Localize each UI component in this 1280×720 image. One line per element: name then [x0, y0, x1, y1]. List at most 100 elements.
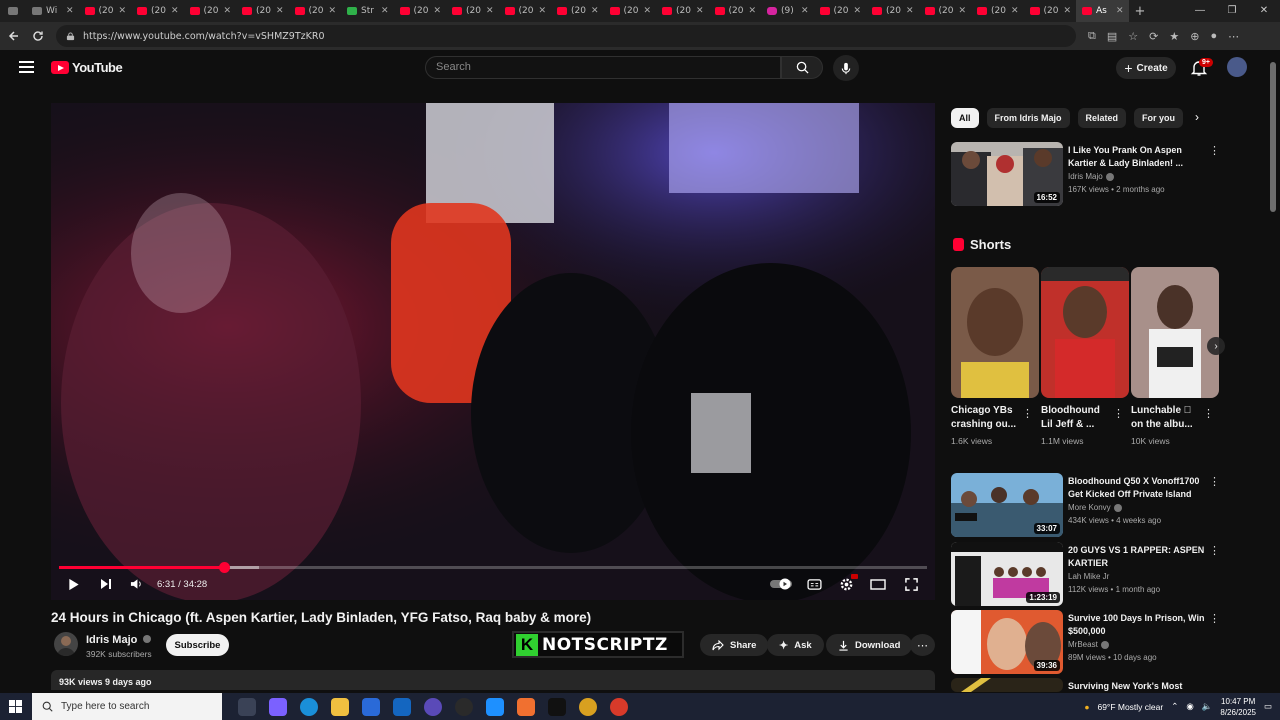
fullscreen-button[interactable] [902, 575, 920, 593]
browser-tab[interactable]: (20 ✕ [1024, 0, 1077, 22]
chips-next-arrow-icon[interactable]: › [1195, 110, 1199, 124]
channel-name[interactable]: Idris Majo [86, 634, 152, 646]
chrome-icon[interactable] [610, 697, 628, 716]
filter-chip[interactable]: For you [1134, 108, 1184, 128]
recommendation-title[interactable]: I Like You Prank On Aspen Kartier & Lady… [1068, 144, 1206, 170]
browser-tab[interactable]: (20 ✕ [656, 0, 709, 22]
task-view-icon[interactable] [238, 697, 256, 716]
short-thumbnail[interactable] [1131, 267, 1219, 398]
short-title[interactable]: Chicago YBs crashing ou... [951, 404, 1021, 432]
autoplay-toggle[interactable] [769, 575, 793, 593]
capcut-icon[interactable] [548, 697, 566, 716]
close-tab-icon[interactable]: ✕ [1063, 6, 1071, 16]
close-tab-icon[interactable]: ✕ [66, 6, 74, 16]
close-window-button[interactable]: ✕ [1248, 0, 1280, 22]
close-tab-icon[interactable]: ✕ [643, 6, 651, 16]
scrollbar-thumb[interactable] [1270, 62, 1276, 212]
browser-tab[interactable]: (20 ✕ [236, 0, 289, 22]
taskbar-search[interactable]: Type here to search [32, 693, 222, 720]
browser-tab[interactable]: (20 ✕ [604, 0, 657, 22]
recommendation-title[interactable]: 20 GUYS VS 1 RAPPER: ASPEN KARTIER [1068, 544, 1206, 570]
file-explorer-icon[interactable] [331, 697, 349, 716]
close-tab-icon[interactable]: ✕ [171, 6, 179, 16]
close-tab-icon[interactable]: ✕ [328, 6, 336, 16]
theater-mode-button[interactable] [869, 575, 887, 593]
close-tab-icon[interactable]: ✕ [118, 6, 126, 16]
close-tab-icon[interactable]: ✕ [591, 6, 599, 16]
browser-tab[interactable]: (20 ✕ [551, 0, 604, 22]
copilot-icon[interactable] [269, 697, 287, 716]
short-title[interactable]: Bloodhound Lil Jeff & ... [1041, 404, 1111, 432]
browser-tab[interactable]: (20 ✕ [446, 0, 499, 22]
close-tab-icon[interactable]: ✕ [906, 6, 914, 16]
settings-button[interactable] [837, 574, 858, 593]
close-tab-icon[interactable]: ✕ [276, 6, 284, 16]
browser-tab[interactable]: Str ✕ [341, 0, 394, 22]
close-tab-icon[interactable]: ✕ [223, 6, 231, 16]
app-icon[interactable] [486, 697, 504, 716]
browser-tab[interactable]: (20 ✕ [971, 0, 1024, 22]
reload-button[interactable] [26, 24, 50, 48]
extensions-icon[interactable]: ⧉ [1088, 30, 1096, 43]
close-tab-icon[interactable]: ✕ [538, 6, 546, 16]
close-tab-icon[interactable]: ✕ [958, 6, 966, 16]
minimize-button[interactable]: — [1184, 0, 1216, 22]
recommendation-title[interactable]: Surviving New York's Most [1068, 680, 1206, 692]
recommendation-menu-icon[interactable]: ⋮ [1209, 612, 1220, 625]
captions-button[interactable] [805, 575, 823, 593]
youtube-logo[interactable]: YouTube [51, 60, 123, 75]
scrubber-handle[interactable] [218, 562, 230, 573]
app-icon[interactable] [579, 697, 597, 716]
hamburger-menu-icon[interactable] [19, 61, 34, 73]
recommendation-thumbnail[interactable]: 16:52 [951, 142, 1063, 206]
play-button[interactable] [65, 575, 83, 593]
recommendation-top[interactable]: 16:52 I Like You Prank On Aspen Kartier … [951, 142, 1221, 208]
network-icon[interactable]: ◉ [1186, 701, 1193, 712]
clock[interactable]: 10:47 PM 8/26/2025 [1220, 696, 1256, 718]
tray-arrow-icon[interactable]: ⌃ [1171, 701, 1178, 712]
favorites-icon[interactable]: ★ [1169, 30, 1179, 43]
recommendation-channel[interactable]: More Konvy [1068, 503, 1122, 512]
browser-tab[interactable]: (20 ✕ [919, 0, 972, 22]
close-tab-icon[interactable]: ✕ [433, 6, 441, 16]
volume-button[interactable] [127, 575, 145, 593]
browser-tab[interactable]: (20 ✕ [394, 0, 447, 22]
recommendation-channel[interactable]: MrBeast [1068, 640, 1109, 649]
next-button[interactable] [97, 575, 115, 593]
create-button[interactable]: + Create [1116, 57, 1176, 79]
recommendation-item[interactable]: 39:36 Survive 100 Days In Prison, Win $5… [951, 610, 1221, 676]
browser-tab[interactable]: (20 ✕ [131, 0, 184, 22]
edge-icon[interactable] [300, 697, 318, 716]
subscribe-button[interactable]: Subscribe [166, 634, 229, 656]
shorts-next-arrow-icon[interactable]: › [1207, 337, 1225, 355]
filter-chip[interactable]: All [951, 108, 979, 128]
close-tab-icon[interactable]: ✕ [1011, 6, 1019, 16]
browser-tab[interactable]: (20 ✕ [499, 0, 552, 22]
channel-avatar[interactable] [54, 632, 78, 656]
short-menu-icon[interactable]: ⋮ [1113, 407, 1124, 420]
share-button[interactable]: Share [700, 634, 769, 656]
more-actions-button[interactable]: ⋯ [910, 634, 935, 656]
description-box[interactable]: 93K views 9 days ago [51, 670, 935, 690]
new-tab-button[interactable]: + [1129, 0, 1153, 22]
recommendation-channel[interactable]: Lah Mike Jr [1068, 572, 1109, 581]
app-icon[interactable] [517, 697, 535, 716]
notifications-tray-icon[interactable]: ▭ [1264, 701, 1272, 712]
close-tab-icon[interactable]: ✕ [1116, 6, 1124, 16]
recommendation-menu-icon[interactable]: ⋮ [1209, 475, 1220, 488]
browser-tab[interactable]: (20 ✕ [289, 0, 342, 22]
weather-text[interactable]: 69°F Mostly clear [1097, 702, 1163, 712]
browser-tab[interactable]: (9) ✕ [761, 0, 814, 22]
browser-tab[interactable]: (20 ✕ [79, 0, 132, 22]
short-menu-icon[interactable]: ⋮ [1022, 407, 1033, 420]
voice-search-button[interactable] [833, 55, 859, 81]
browser-tab[interactable]: (20 ✕ [866, 0, 919, 22]
recommendation-thumbnail[interactable]: 1:23:19 [951, 542, 1063, 606]
outlook-icon[interactable] [393, 697, 411, 716]
close-tab-icon[interactable]: ✕ [696, 6, 704, 16]
browser-tab[interactable]: (20 ✕ [184, 0, 237, 22]
recommendation-menu-icon[interactable]: ⋮ [1209, 144, 1220, 157]
short-thumbnail[interactable] [951, 267, 1039, 398]
maximize-button[interactable]: ❐ [1216, 0, 1248, 22]
back-button[interactable] [2, 24, 26, 48]
